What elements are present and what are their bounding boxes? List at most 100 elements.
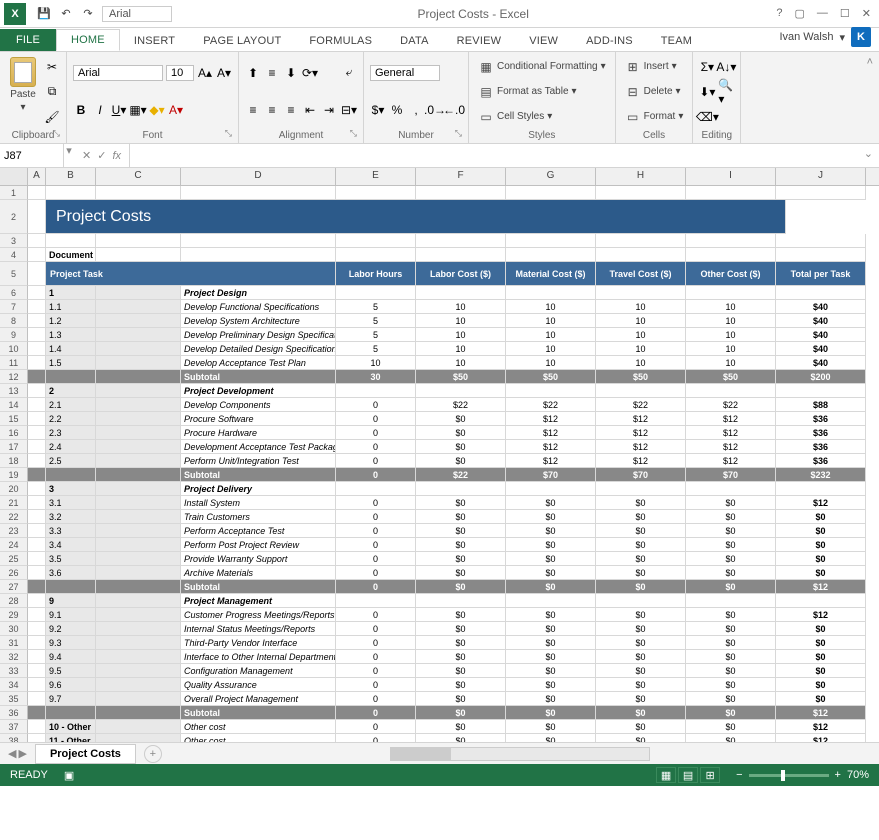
cell-travel-cost[interactable]: 10	[596, 314, 686, 328]
cell-travel-cost[interactable]: $12	[596, 426, 686, 440]
cell[interactable]	[96, 426, 181, 440]
cell-other-cost[interactable]: $0	[686, 538, 776, 552]
cell-other-cost[interactable]: 10	[686, 328, 776, 342]
select-all-corner[interactable]	[0, 168, 28, 185]
cell[interactable]	[96, 356, 181, 370]
cell-other-cost[interactable]: $0	[686, 496, 776, 510]
cell-other-cost[interactable]: $22	[686, 398, 776, 412]
row-header[interactable]: 24	[0, 538, 28, 552]
cell-labor-cost[interactable]: $0	[416, 510, 506, 524]
cell-material-cost[interactable]: 10	[506, 300, 596, 314]
task-name[interactable]: Interface to Other Internal Departments	[181, 650, 336, 664]
cell[interactable]	[28, 440, 46, 454]
cell-total[interactable]: $36	[776, 454, 866, 468]
cell[interactable]	[96, 234, 181, 248]
cell-labor-cost[interactable]: $22	[416, 468, 506, 482]
row-header[interactable]: 19	[0, 468, 28, 482]
cell[interactable]	[96, 664, 181, 678]
section-name[interactable]: Project Management	[181, 594, 336, 608]
cell-labor-cost[interactable]: $0	[416, 622, 506, 636]
cell-travel-cost[interactable]: $0	[596, 524, 686, 538]
cell-total[interactable]: $40	[776, 356, 866, 370]
row-header[interactable]: 38	[0, 734, 28, 742]
cell-other-cost[interactable]: $0	[686, 608, 776, 622]
cell[interactable]	[28, 524, 46, 538]
tab-formulas[interactable]: FORMULAS	[295, 31, 386, 51]
qat-font-dropdown[interactable]: Arial	[102, 6, 172, 22]
cell[interactable]	[28, 248, 46, 262]
col-header-labor-cost[interactable]: Labor Cost ($)	[416, 262, 506, 286]
col-header-travel[interactable]: Travel Cost ($)	[596, 262, 686, 286]
cell[interactable]	[96, 566, 181, 580]
column-header[interactable]: H	[596, 168, 686, 185]
cell-labor-cost[interactable]: $0	[416, 552, 506, 566]
help-icon[interactable]: ?	[776, 7, 782, 20]
cell-labor-cost[interactable]: $0	[416, 664, 506, 678]
indent-decrease-icon[interactable]: ⇤	[302, 102, 318, 118]
cell[interactable]	[416, 384, 506, 398]
col-header-material[interactable]: Material Cost ($)	[506, 262, 596, 286]
tab-addins[interactable]: ADD-INS	[572, 31, 647, 51]
cell-material-cost[interactable]: $12	[506, 440, 596, 454]
cell[interactable]	[28, 342, 46, 356]
cell-material-cost[interactable]: $0	[506, 608, 596, 622]
cell[interactable]	[96, 552, 181, 566]
cell-travel-cost[interactable]: $0	[596, 650, 686, 664]
cell-travel-cost[interactable]: 10	[596, 300, 686, 314]
task-id[interactable]: 3.1	[46, 496, 96, 510]
row-header[interactable]: 17	[0, 440, 28, 454]
number-launcher-icon[interactable]: ⤡	[455, 128, 462, 139]
cell[interactable]	[336, 594, 416, 608]
cell-labor-hours[interactable]: 0	[336, 664, 416, 678]
cell-travel-cost[interactable]: $0	[596, 608, 686, 622]
cell[interactable]	[28, 370, 46, 384]
cell[interactable]	[776, 186, 866, 200]
cell-total[interactable]: $0	[776, 692, 866, 706]
cell-material-cost[interactable]: $22	[506, 398, 596, 412]
cell-total[interactable]: $0	[776, 678, 866, 692]
task-name[interactable]: Install System	[181, 496, 336, 510]
cell[interactable]	[28, 328, 46, 342]
row-header[interactable]: 34	[0, 678, 28, 692]
cell-material-cost[interactable]: $0	[506, 706, 596, 720]
task-id[interactable]: 1.3	[46, 328, 96, 342]
cell[interactable]	[686, 234, 776, 248]
bold-icon[interactable]: B	[73, 102, 89, 118]
format-painter-icon[interactable]: 🖌	[44, 109, 60, 125]
cell-travel-cost[interactable]: $0	[596, 510, 686, 524]
cell[interactable]	[96, 510, 181, 524]
cell[interactable]	[96, 248, 181, 262]
cell-labor-cost[interactable]: $0	[416, 412, 506, 426]
redo-icon[interactable]: ↷	[80, 6, 96, 22]
align-middle-icon[interactable]: ≡	[264, 65, 280, 81]
save-icon[interactable]: 💾	[36, 6, 52, 22]
wrap-text-icon[interactable]: ⤶	[341, 65, 357, 81]
cell-labor-hours[interactable]: 0	[336, 524, 416, 538]
column-header[interactable]: J	[776, 168, 866, 185]
cell-total[interactable]: $200	[776, 370, 866, 384]
subtotal-label[interactable]: Subtotal	[181, 468, 336, 482]
section-name[interactable]: Project Delivery	[181, 482, 336, 496]
cell-other-cost[interactable]: 10	[686, 314, 776, 328]
number-format-dropdown[interactable]: General	[370, 65, 440, 81]
cell[interactable]	[28, 496, 46, 510]
cell-material-cost[interactable]: $50	[506, 370, 596, 384]
cell[interactable]	[96, 538, 181, 552]
cell[interactable]	[28, 234, 46, 248]
cell[interactable]	[28, 734, 46, 742]
cell-labor-hours[interactable]: 0	[336, 636, 416, 650]
task-id[interactable]: 9.1	[46, 608, 96, 622]
zoom-in-icon[interactable]: +	[835, 769, 841, 781]
cell-total[interactable]: $88	[776, 398, 866, 412]
cell-total[interactable]: $36	[776, 412, 866, 426]
cell-labor-hours[interactable]: 0	[336, 734, 416, 742]
cell[interactable]	[28, 412, 46, 426]
task-id[interactable]: 3.5	[46, 552, 96, 566]
cell-labor-cost[interactable]: $0	[416, 566, 506, 580]
alignment-launcher-icon[interactable]: ⤡	[350, 128, 357, 139]
cell-travel-cost[interactable]: $0	[596, 734, 686, 742]
cell-other-cost[interactable]: $0	[686, 664, 776, 678]
cell[interactable]	[28, 594, 46, 608]
cell-material-cost[interactable]: $0	[506, 524, 596, 538]
cell-labor-hours[interactable]: 5	[336, 300, 416, 314]
